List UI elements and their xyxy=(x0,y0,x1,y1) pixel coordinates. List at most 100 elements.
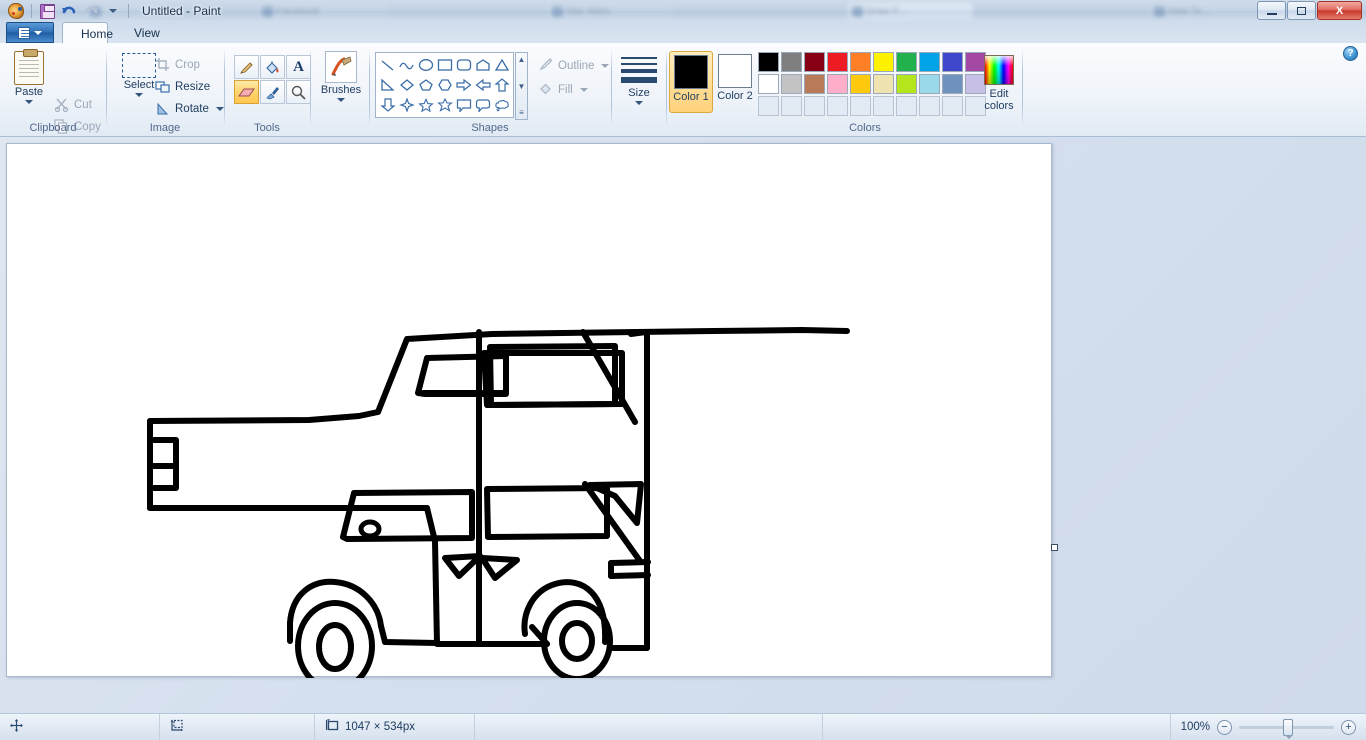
customize-qat-icon[interactable] xyxy=(103,1,123,21)
zoom-in-button[interactable]: + xyxy=(1341,719,1357,735)
rear-wheel-inner xyxy=(559,620,595,662)
crop-button[interactable]: Crop xyxy=(155,57,200,72)
maximize-button[interactable] xyxy=(1287,1,1316,20)
shape-triangle[interactable] xyxy=(492,55,511,75)
palette-swatch[interactable] xyxy=(850,52,871,72)
shape-six-point-star[interactable] xyxy=(435,95,454,115)
ribbon-group-image: Select Crop Resize Rotate Image xyxy=(107,43,224,137)
minimize-button[interactable] xyxy=(1257,1,1286,20)
shape-right-arrow[interactable] xyxy=(454,75,473,95)
shapes-scrollbar[interactable]: ▲ ▼ ≡ xyxy=(515,52,528,120)
app-icon[interactable] xyxy=(6,1,26,21)
ribbon-group-brushes: Brushes xyxy=(311,43,369,137)
shape-rectangle[interactable] xyxy=(435,55,454,75)
color-palette[interactable] xyxy=(758,52,987,117)
shapes-gallery[interactable] xyxy=(375,52,514,118)
palette-swatch[interactable] xyxy=(896,52,917,72)
shape-up-arrow[interactable] xyxy=(492,75,511,95)
shape-five-point-star[interactable] xyxy=(416,95,435,115)
palette-swatch[interactable] xyxy=(919,74,940,94)
tab-view[interactable]: View xyxy=(116,22,162,44)
palette-swatch[interactable] xyxy=(873,74,894,94)
canvas-resize-handle-right[interactable] xyxy=(1051,544,1058,551)
save-icon[interactable] xyxy=(37,1,57,21)
color-1-button[interactable]: Color 1 xyxy=(669,51,713,113)
selection-rectangle-icon xyxy=(122,53,156,78)
color-2-button[interactable]: Color 2 xyxy=(713,51,757,113)
shape-right-triangle[interactable] xyxy=(378,75,397,95)
resize-button[interactable]: Resize xyxy=(155,79,210,94)
shape-oval[interactable] xyxy=(416,55,435,75)
color-picker-tool[interactable] xyxy=(260,80,285,104)
shape-pentagon[interactable] xyxy=(416,75,435,95)
palette-swatch-empty[interactable] xyxy=(873,96,894,116)
palette-swatch[interactable] xyxy=(804,52,825,72)
shape-rounded-callout[interactable] xyxy=(473,95,492,115)
help-icon[interactable]: ? xyxy=(1343,46,1358,61)
palette-swatch-empty[interactable] xyxy=(896,96,917,116)
crop-label: Crop xyxy=(175,58,200,71)
shape-down-arrow[interactable] xyxy=(378,95,397,115)
palette-swatch[interactable] xyxy=(873,52,894,72)
palette-swatch-empty[interactable] xyxy=(781,96,802,116)
outline-button[interactable]: Outline xyxy=(538,57,610,75)
file-menu-button[interactable] xyxy=(6,22,54,43)
undo-icon[interactable] xyxy=(59,1,79,21)
crop-icon xyxy=(155,57,170,72)
shape-curve[interactable] xyxy=(397,55,416,75)
palette-swatch[interactable] xyxy=(896,74,917,94)
rotate-button[interactable]: Rotate xyxy=(155,101,224,116)
size-button[interactable]: Size xyxy=(618,53,660,105)
palette-swatch[interactable] xyxy=(942,52,963,72)
palette-swatch-empty[interactable] xyxy=(804,96,825,116)
selection-size-indicator xyxy=(160,713,315,740)
zoom-out-button[interactable]: − xyxy=(1217,719,1233,735)
paint-canvas[interactable] xyxy=(6,143,1052,678)
redo-icon[interactable] xyxy=(81,1,101,21)
selection-size-icon xyxy=(170,719,184,735)
palette-swatch-empty[interactable] xyxy=(827,96,848,116)
tab-home[interactable]: Home xyxy=(62,22,113,44)
scroll-down-icon[interactable]: ▼ xyxy=(518,82,526,91)
shape-cloud-callout[interactable] xyxy=(492,95,511,115)
palette-swatch[interactable] xyxy=(781,74,802,94)
palette-swatch[interactable] xyxy=(758,74,779,94)
magnifier-tool[interactable] xyxy=(286,80,311,104)
shape-diamond[interactable] xyxy=(397,75,416,95)
palette-swatch[interactable] xyxy=(827,74,848,94)
canvas-area[interactable] xyxy=(0,137,1366,713)
palette-swatch-empty[interactable] xyxy=(850,96,871,116)
shape-left-arrow[interactable] xyxy=(473,75,492,95)
shape-hexagon[interactable] xyxy=(435,75,454,95)
menu-icon xyxy=(18,26,30,39)
palette-swatch-empty[interactable] xyxy=(942,96,963,116)
edit-colors-button[interactable]: Edit colors xyxy=(978,55,1020,112)
cut-button[interactable]: Cut xyxy=(54,97,92,113)
palette-swatch[interactable] xyxy=(804,74,825,94)
palette-swatch-empty[interactable] xyxy=(758,96,779,116)
zoom-slider[interactable] xyxy=(1239,718,1335,739)
shape-four-point-star[interactable] xyxy=(397,95,416,115)
palette-swatch[interactable] xyxy=(850,74,871,94)
shape-rectangular-callout[interactable] xyxy=(454,95,473,115)
brushes-button[interactable]: Brushes xyxy=(319,51,363,102)
shape-rounded-rectangle[interactable] xyxy=(454,55,473,75)
palette-swatch[interactable] xyxy=(781,52,802,72)
eraser-tool[interactable] xyxy=(234,80,259,104)
fill-tool[interactable] xyxy=(260,55,285,79)
fill-button[interactable]: Fill xyxy=(538,81,588,99)
palette-swatch[interactable] xyxy=(758,52,779,72)
shapes-expand-icon[interactable]: ≡ xyxy=(519,108,524,117)
paste-button[interactable]: Paste xyxy=(10,49,48,104)
palette-swatch[interactable] xyxy=(942,74,963,94)
pencil-tool[interactable] xyxy=(234,55,259,79)
scroll-up-icon[interactable]: ▲ xyxy=(518,55,526,64)
palette-swatch[interactable] xyxy=(827,52,848,72)
close-button[interactable]: X xyxy=(1317,1,1362,20)
palette-swatch[interactable] xyxy=(919,52,940,72)
shape-polygon[interactable] xyxy=(473,55,492,75)
text-tool[interactable]: A xyxy=(286,55,311,79)
palette-swatch-empty[interactable] xyxy=(919,96,940,116)
shape-line[interactable] xyxy=(378,55,397,75)
zoom-slider-thumb[interactable] xyxy=(1283,718,1294,739)
